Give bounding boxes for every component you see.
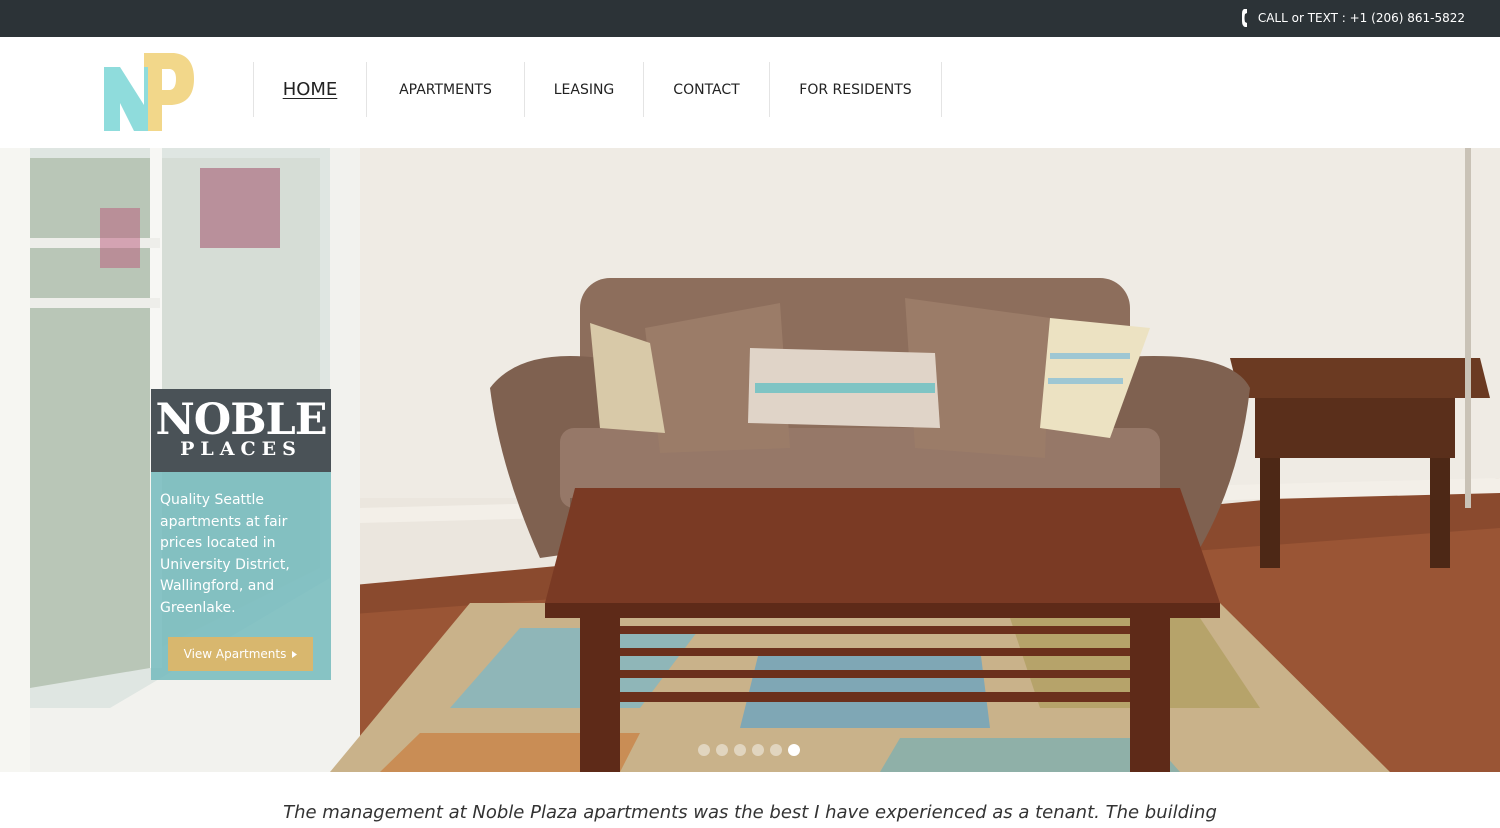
nav-apartments-label: APARTMENTS bbox=[399, 81, 492, 98]
view-apartments-button[interactable]: View Apartments bbox=[168, 637, 313, 671]
slider-dots bbox=[698, 744, 800, 756]
phone-icon bbox=[1241, 9, 1247, 27]
slide-dot-1[interactable] bbox=[698, 744, 710, 756]
slide-dot-6[interactable] bbox=[788, 744, 800, 756]
nav-home-label: HOME bbox=[282, 79, 338, 100]
hero-tagline: Quality Seattle apartments at fair price… bbox=[160, 492, 290, 616]
brand-line-places: PLACES bbox=[180, 438, 302, 460]
brand-tagline-panel: Quality Seattle apartments at fair price… bbox=[151, 472, 331, 680]
site-header: HOME APARTMENTS LEASING CONTACT FOR RESI… bbox=[0, 37, 1500, 148]
slide-dot-4[interactable] bbox=[752, 744, 764, 756]
hero-slider: NOBLE PLACES Quality Seattle apartments … bbox=[0, 148, 1500, 772]
site-logo[interactable] bbox=[100, 51, 198, 133]
np-logo-mark bbox=[104, 53, 194, 131]
nav-apartments[interactable]: APARTMENTS bbox=[366, 62, 524, 117]
nav-for-residents-label: FOR RESIDENTS bbox=[799, 81, 912, 98]
nav-leasing[interactable]: LEASING bbox=[524, 62, 643, 117]
top-bar: CALL or TEXT : +1 (206) 861-5822 bbox=[0, 0, 1500, 37]
slide-dot-2[interactable] bbox=[716, 744, 728, 756]
slide-dot-5[interactable] bbox=[770, 744, 782, 756]
testimonial-quote: The management at Noble Plaza apartments… bbox=[283, 802, 1217, 823]
nav-contact-label: CONTACT bbox=[673, 81, 740, 98]
brand-card: NOBLE PLACES Quality Seattle apartments … bbox=[151, 389, 331, 680]
phone-contact[interactable]: CALL or TEXT : +1 (206) 861-5822 bbox=[1241, 8, 1465, 28]
nav-for-residents[interactable]: FOR RESIDENTS bbox=[769, 62, 942, 117]
main-nav: HOME APARTMENTS LEASING CONTACT FOR RESI… bbox=[253, 62, 942, 117]
phone-text: CALL or TEXT : +1 (206) 861-5822 bbox=[1257, 11, 1465, 25]
nav-leasing-label: LEASING bbox=[553, 81, 615, 98]
nav-contact[interactable]: CONTACT bbox=[643, 62, 769, 117]
brand-logo: NOBLE PLACES bbox=[151, 389, 331, 472]
view-apartments-label: View Apartments bbox=[183, 647, 287, 661]
slide-dot-3[interactable] bbox=[734, 744, 746, 756]
nav-home[interactable]: HOME bbox=[253, 62, 366, 117]
caret-right-icon bbox=[292, 650, 298, 658]
